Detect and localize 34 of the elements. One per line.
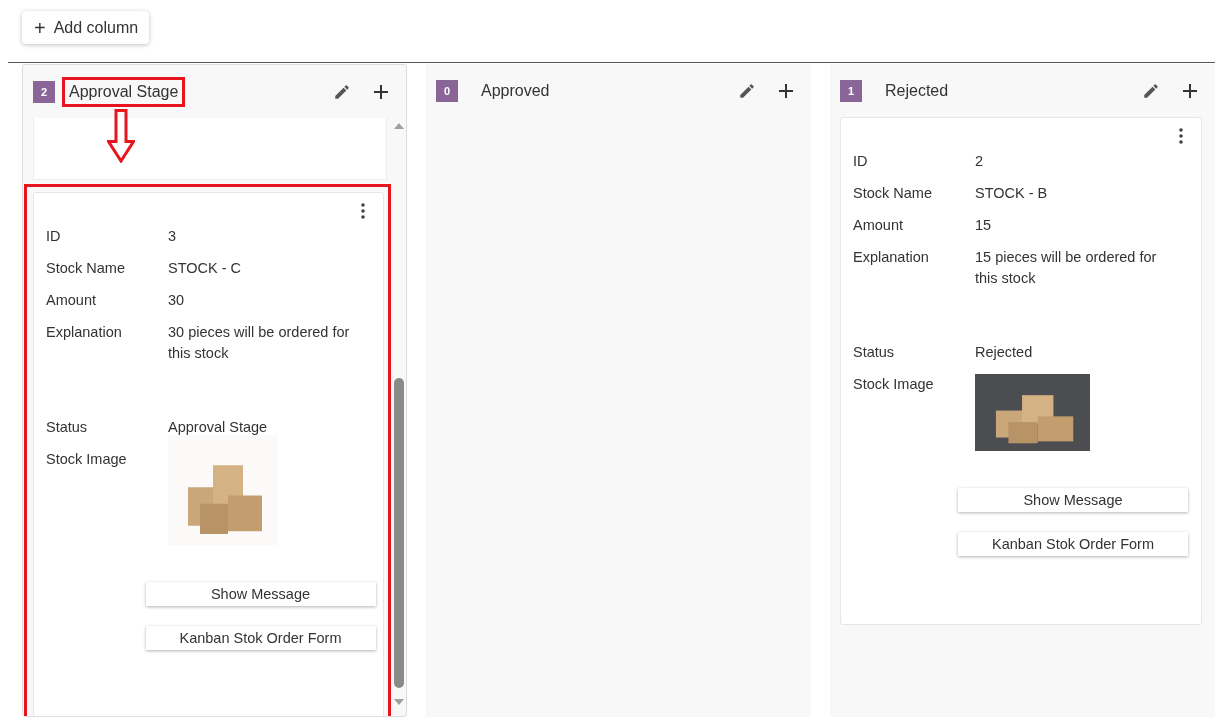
field-label: Stock Image	[46, 450, 128, 469]
count-badge: 2	[33, 80, 55, 103]
field-value: 2	[975, 152, 985, 171]
field-label: Amount	[853, 216, 904, 235]
field-value: Rejected	[975, 343, 1034, 362]
column-title: Approval Stage	[62, 76, 186, 107]
add-column-button[interactable]: + Add column	[22, 11, 150, 44]
field-label: Stock Image	[853, 375, 935, 394]
field-label: Stock Name	[46, 259, 126, 278]
field-value: 15	[975, 216, 993, 235]
down-arrow	[107, 109, 135, 163]
card-action-button[interactable]: Show Message	[958, 488, 1188, 512]
field-value: STOCK - B	[975, 184, 1049, 203]
field-label: Status	[853, 343, 896, 362]
card-action-button[interactable]: Show Message	[145, 582, 376, 606]
field-value: STOCK - C	[168, 259, 243, 278]
count-badge: 0	[436, 79, 458, 102]
field-label: Explanation	[46, 323, 123, 342]
field-value: 15 pieces will be ordered for this stock	[975, 248, 1158, 288]
field-label: ID	[853, 152, 869, 171]
column-title: Rejected	[884, 80, 950, 101]
card-action-button[interactable]: Kanban Stok Order Form	[145, 626, 376, 650]
field-value: 3	[168, 227, 178, 246]
field-value: Approval Stage	[168, 418, 269, 437]
field-value: 30 pieces will be ordered for this stock	[168, 323, 351, 363]
count-badge: 1	[840, 79, 862, 102]
field-label: Explanation	[853, 248, 930, 267]
field-label: ID	[46, 227, 62, 246]
column-title: Approved	[480, 80, 551, 101]
field-label: Status	[46, 418, 89, 437]
field-value: 30	[168, 291, 186, 310]
field-label: Amount	[46, 291, 97, 310]
card-action-button[interactable]: Kanban Stok Order Form	[958, 532, 1188, 556]
field-label: Stock Name	[853, 184, 933, 203]
